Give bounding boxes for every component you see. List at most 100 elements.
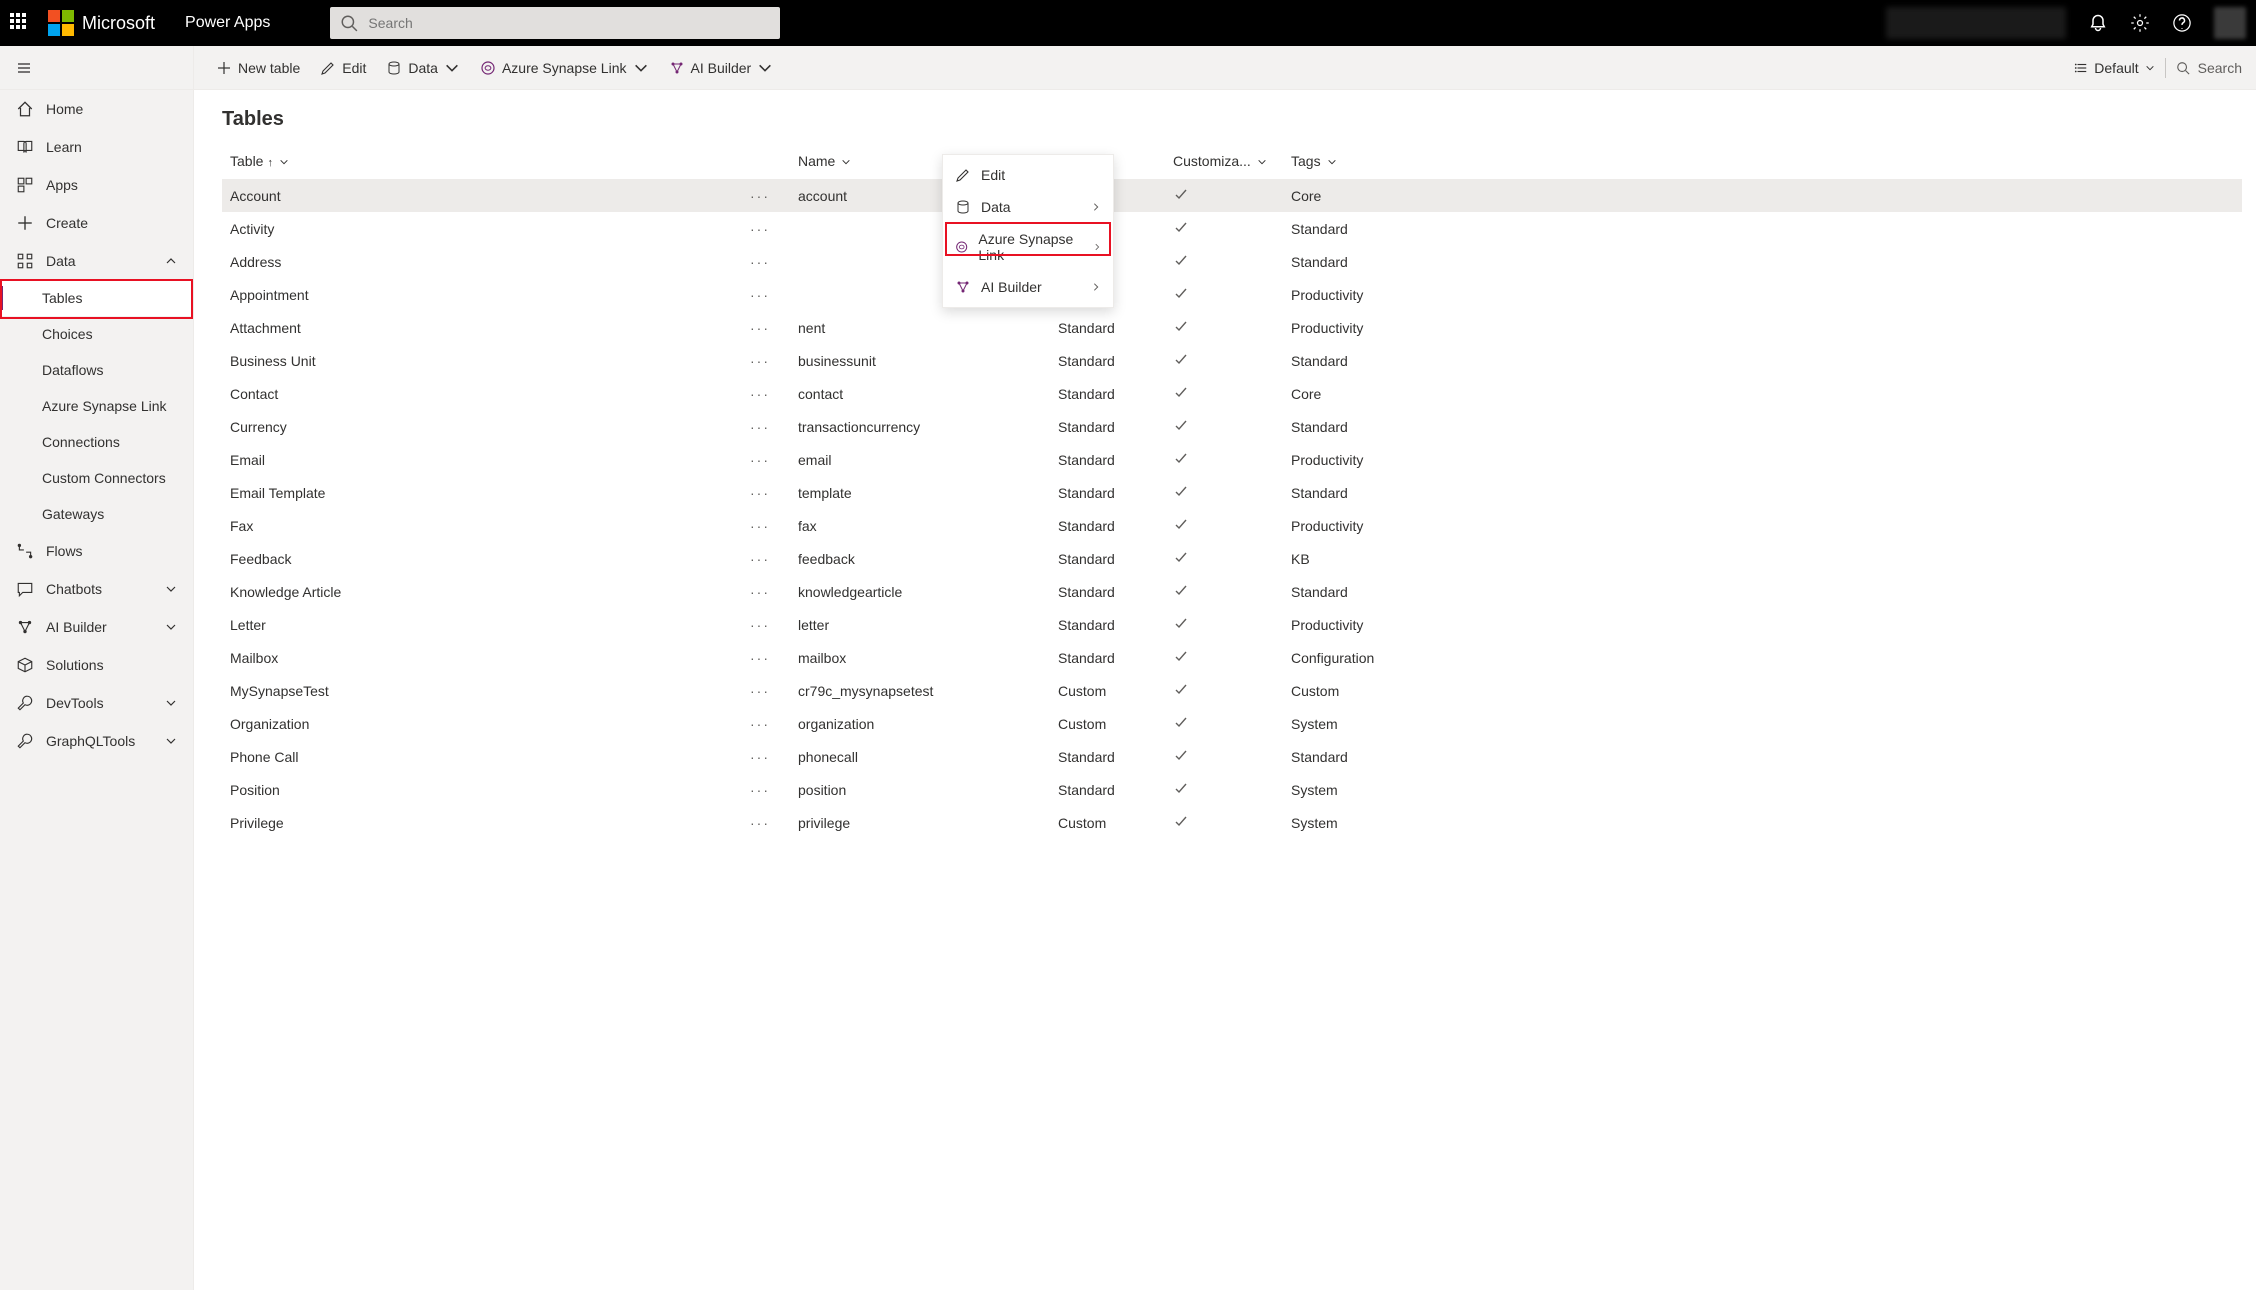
table-row[interactable]: Feedback···feedbackStandardKB bbox=[222, 542, 2242, 575]
global-search-input[interactable] bbox=[368, 15, 770, 31]
synapse-link-button[interactable]: Azure Synapse Link bbox=[472, 54, 657, 82]
table-row[interactable]: Privilege···privilegeCustomSystem bbox=[222, 806, 2242, 839]
cell-tags: KB bbox=[1283, 542, 2242, 575]
row-more-button[interactable]: ··· bbox=[742, 773, 790, 806]
ctx-label: Edit bbox=[981, 167, 1005, 183]
app-launcher-icon[interactable] bbox=[10, 13, 30, 33]
nav-dataflows[interactable]: Dataflows bbox=[0, 352, 193, 388]
row-more-button[interactable]: ··· bbox=[742, 509, 790, 542]
row-more-button[interactable]: ··· bbox=[742, 410, 790, 443]
nav-devtools[interactable]: DevTools bbox=[0, 684, 193, 722]
nav-data[interactable]: Data bbox=[0, 242, 193, 280]
row-more-button[interactable]: ··· bbox=[742, 245, 790, 278]
row-more-button[interactable]: ··· bbox=[742, 806, 790, 839]
nav-connections[interactable]: Connections bbox=[0, 424, 193, 460]
table-row[interactable]: Account···accountStandardCore bbox=[222, 179, 2242, 212]
nav-label: Custom Connectors bbox=[42, 470, 166, 486]
nav-apps[interactable]: Apps bbox=[0, 166, 193, 204]
chat-icon bbox=[16, 580, 34, 598]
nav-tables[interactable]: Tables bbox=[0, 280, 193, 316]
cell-name: cr79c_mysynapsetest bbox=[790, 674, 1050, 707]
nav-graphql[interactable]: GraphQLTools bbox=[0, 722, 193, 760]
table-row[interactable]: Email Template···templateStandardStandar… bbox=[222, 476, 2242, 509]
row-more-button[interactable]: ··· bbox=[742, 542, 790, 575]
nav-home[interactable]: Home bbox=[0, 90, 193, 128]
ctx-data[interactable]: Data bbox=[943, 191, 1113, 223]
row-more-button[interactable]: ··· bbox=[742, 212, 790, 245]
microsoft-logo-icon bbox=[48, 10, 74, 36]
table-row[interactable]: Attachment···nentStandardProductivity bbox=[222, 311, 2242, 344]
table-row[interactable]: Email···emailStandardProductivity bbox=[222, 443, 2242, 476]
row-more-button[interactable]: ··· bbox=[742, 608, 790, 641]
new-table-button[interactable]: New table bbox=[208, 54, 308, 82]
nav-ai-builder[interactable]: AI Builder bbox=[0, 608, 193, 646]
table-row[interactable]: Appointment···StandardProductivity bbox=[222, 278, 2242, 311]
ctx-label: AI Builder bbox=[981, 279, 1042, 295]
table-row[interactable]: Organization···organizationCustomSystem bbox=[222, 707, 2242, 740]
check-icon bbox=[1173, 780, 1189, 796]
table-search[interactable]: Search bbox=[2176, 60, 2242, 76]
row-more-button[interactable]: ··· bbox=[742, 377, 790, 410]
data-button[interactable]: Data bbox=[378, 54, 468, 82]
list-icon bbox=[2074, 61, 2088, 75]
nav-label: Create bbox=[46, 215, 88, 231]
user-avatar[interactable] bbox=[2214, 7, 2246, 39]
table-row[interactable]: Contact···contactStandardCore bbox=[222, 377, 2242, 410]
edit-button[interactable]: Edit bbox=[312, 54, 374, 82]
header-label: Table bbox=[230, 153, 263, 169]
help-icon[interactable] bbox=[2172, 13, 2192, 33]
column-header-customizable[interactable]: Customiza... bbox=[1165, 143, 1283, 179]
nav-solutions[interactable]: Solutions bbox=[0, 646, 193, 684]
environment-picker[interactable] bbox=[1886, 7, 2066, 39]
column-header-tags[interactable]: Tags bbox=[1283, 143, 2242, 179]
table-row[interactable]: Currency···transactioncurrencyStandardSt… bbox=[222, 410, 2242, 443]
ctx-ai-builder[interactable]: AI Builder bbox=[943, 271, 1113, 303]
check-icon bbox=[1173, 714, 1189, 730]
nav-chatbots[interactable]: Chatbots bbox=[0, 570, 193, 608]
nav-synapse-link[interactable]: Azure Synapse Link bbox=[0, 388, 193, 424]
table-row[interactable]: Business Unit···businessunitStandardStan… bbox=[222, 344, 2242, 377]
global-search[interactable] bbox=[330, 7, 780, 39]
settings-icon[interactable] bbox=[2130, 13, 2150, 33]
nav-custom-connectors[interactable]: Custom Connectors bbox=[0, 460, 193, 496]
table-row[interactable]: Phone Call···phonecallStandardStandard bbox=[222, 740, 2242, 773]
table-row[interactable]: MySynapseTest···cr79c_mysynapsetestCusto… bbox=[222, 674, 2242, 707]
nav-choices[interactable]: Choices bbox=[0, 316, 193, 352]
row-more-button[interactable]: ··· bbox=[742, 674, 790, 707]
row-more-button[interactable]: ··· bbox=[742, 476, 790, 509]
row-more-button[interactable]: ··· bbox=[742, 344, 790, 377]
table-row[interactable]: Fax···faxStandardProductivity bbox=[222, 509, 2242, 542]
cell-table: Mailbox bbox=[222, 641, 742, 674]
notifications-icon[interactable] bbox=[2088, 13, 2108, 33]
row-more-button[interactable]: ··· bbox=[742, 278, 790, 311]
ctx-synapse-link[interactable]: Azure Synapse Link bbox=[943, 223, 1113, 271]
row-more-button[interactable]: ··· bbox=[742, 179, 790, 212]
nav-collapse-button[interactable] bbox=[0, 46, 193, 90]
view-selector[interactable]: Default bbox=[2074, 60, 2154, 76]
nav-flows[interactable]: Flows bbox=[0, 532, 193, 570]
nav-gateways[interactable]: Gateways bbox=[0, 496, 193, 532]
ctx-edit[interactable]: Edit bbox=[943, 159, 1113, 191]
nav-label: Chatbots bbox=[46, 581, 102, 597]
row-more-button[interactable]: ··· bbox=[742, 740, 790, 773]
row-more-button[interactable]: ··· bbox=[742, 311, 790, 344]
nav-create[interactable]: Create bbox=[0, 204, 193, 242]
cell-tags: Productivity bbox=[1283, 608, 2242, 641]
table-row[interactable]: Position···positionStandardSystem bbox=[222, 773, 2242, 806]
row-more-button[interactable]: ··· bbox=[742, 641, 790, 674]
cell-customizable bbox=[1165, 641, 1283, 674]
row-more-button[interactable]: ··· bbox=[742, 575, 790, 608]
row-more-button[interactable]: ··· bbox=[742, 707, 790, 740]
table-row[interactable]: Letter···letterStandardProductivity bbox=[222, 608, 2242, 641]
row-more-button[interactable]: ··· bbox=[742, 443, 790, 476]
table-row[interactable]: Activity···CustomStandard bbox=[222, 212, 2242, 245]
column-header-table[interactable]: Table↑ bbox=[222, 143, 742, 179]
table-row[interactable]: Address···StandardStandard bbox=[222, 245, 2242, 278]
table-row[interactable]: Mailbox···mailboxStandardConfiguration bbox=[222, 641, 2242, 674]
ai-builder-button[interactable]: AI Builder bbox=[661, 54, 782, 82]
cell-tags: System bbox=[1283, 773, 2242, 806]
table-row[interactable]: Knowledge Article···knowledgearticleStan… bbox=[222, 575, 2242, 608]
nav-learn[interactable]: Learn bbox=[0, 128, 193, 166]
cell-type: Standard bbox=[1050, 608, 1165, 641]
cell-type: Standard bbox=[1050, 344, 1165, 377]
